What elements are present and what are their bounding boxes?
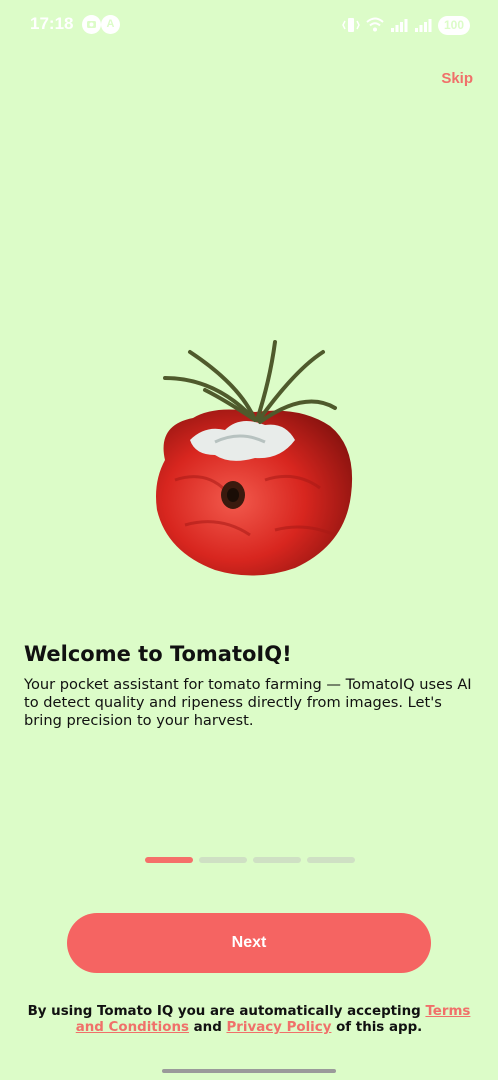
- terms-notice: By using Tomato IQ you are automatically…: [20, 1004, 478, 1036]
- terms-text-middle: and: [188, 1020, 227, 1035]
- rotten-tomato-image: [156, 340, 353, 576]
- page-dot: [199, 857, 247, 863]
- terms-text-before: By using Tomato IQ you are automatically…: [27, 1004, 426, 1019]
- home-indicator[interactable]: [162, 1069, 336, 1073]
- welcome-title: Welcome to TomatoIQ!: [24, 642, 292, 666]
- page-dot: [253, 857, 301, 863]
- terms-text-after: of this app.: [331, 1020, 423, 1035]
- battery-level: 100: [437, 15, 470, 35]
- page-dot-active: [145, 857, 193, 863]
- skip-button[interactable]: Skip: [441, 70, 473, 87]
- privacy-link[interactable]: Privacy Policy: [226, 1020, 331, 1035]
- page-indicator: [145, 857, 355, 863]
- page-dot: [307, 857, 355, 863]
- status-time: 17:18: [30, 14, 74, 33]
- next-button[interactable]: Next: [67, 913, 431, 973]
- welcome-description: Your pocket assistant for tomato farming…: [24, 676, 472, 729]
- signal-icon: [390, 19, 408, 32]
- wifi-icon: [366, 17, 384, 32]
- vibrate-icon: [342, 18, 360, 32]
- status-indicators: 100: [342, 15, 470, 35]
- camera-notification-icon: [82, 15, 101, 34]
- signal-icon: [414, 19, 432, 32]
- status-bar: 17:18 A 100: [0, 0, 498, 50]
- notification-a-icon: A: [101, 15, 120, 34]
